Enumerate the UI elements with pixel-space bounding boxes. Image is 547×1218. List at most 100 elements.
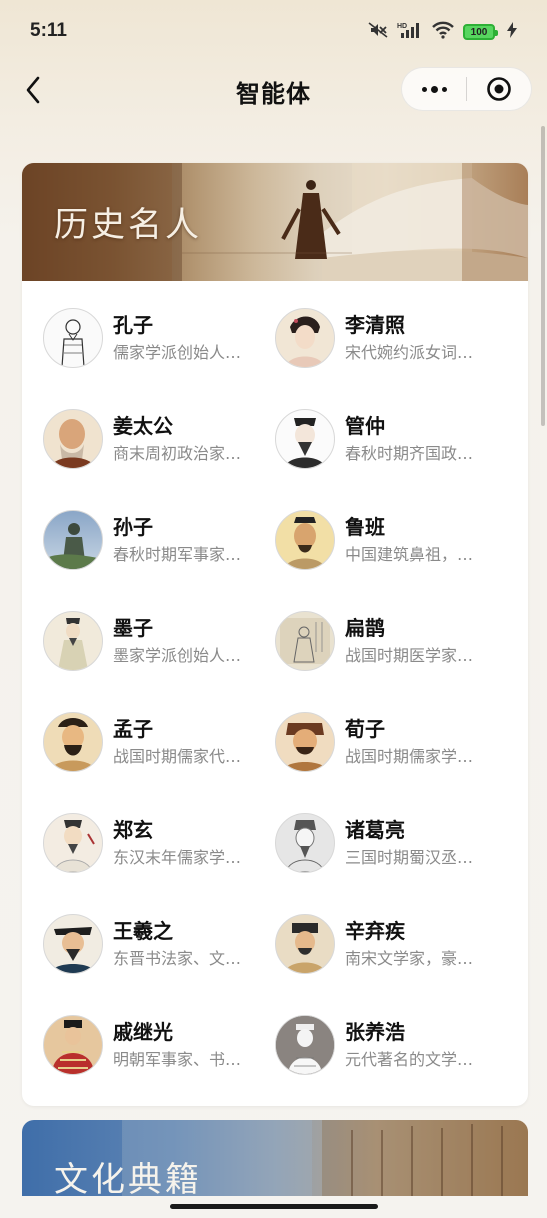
person-item[interactable]: 李清照 宋代婉约派女词… [275, 306, 505, 370]
avatar [43, 510, 103, 570]
person-name: 戚继光 [113, 1019, 173, 1044]
person-item[interactable]: 孟子 战国时期儒家代… [43, 710, 273, 774]
person-description: 春秋时期齐国政… [345, 443, 474, 463]
person-name: 辛弃疾 [345, 918, 405, 943]
wifi-icon [431, 21, 455, 43]
person-info: 姜太公 商末周初政治家… [113, 413, 263, 466]
person-description: 南宋文学家，豪… [345, 948, 474, 968]
person-info: 孟子 战国时期儒家代… [113, 716, 263, 769]
avatar [43, 1015, 103, 1075]
person-description: 墨家学派创始人… [113, 645, 242, 665]
avatar [275, 308, 335, 368]
person-description: 中国建筑鼻祖，… [345, 544, 474, 564]
person-info: 管仲 春秋时期齐国政… [345, 413, 495, 466]
avatar [43, 308, 103, 368]
person-info: 张养浩 元代著名的文学… [345, 1019, 495, 1072]
person-description: 儒家学派创始人… [113, 342, 242, 362]
person-info: 孙子 春秋时期军事家… [113, 514, 263, 567]
person-item[interactable]: 鲁班 中国建筑鼻祖，… [275, 508, 505, 572]
person-name: 郑玄 [113, 817, 153, 842]
person-name: 孔子 [113, 312, 153, 337]
section-banner[interactable]: 历史名人 [22, 163, 528, 281]
avatar [43, 712, 103, 772]
person-item[interactable]: 诸葛亮 三国时期蜀汉丞… [275, 811, 505, 875]
avatar [275, 1015, 335, 1075]
section-title: 文化典籍 [54, 1160, 202, 1200]
person-info: 荀子 战国时期儒家学… [345, 716, 495, 769]
avatar [43, 409, 103, 469]
mini-program-capsule [401, 67, 532, 111]
person-item[interactable]: 管仲 春秋时期齐国政… [275, 407, 505, 471]
person-description: 宋代婉约派女词… [345, 342, 474, 362]
person-name: 李清照 [345, 312, 405, 337]
target-circle-icon [487, 77, 511, 101]
person-info: 孔子 儒家学派创始人… [113, 312, 263, 365]
avatar [43, 813, 103, 873]
more-button[interactable] [402, 67, 466, 111]
person-description: 商末周初政治家… [113, 443, 242, 463]
person-item[interactable]: 孔子 儒家学派创始人… [43, 306, 273, 370]
person-name: 鲁班 [345, 514, 385, 539]
person-item[interactable]: 孙子 春秋时期军事家… [43, 508, 273, 572]
person-description: 战国时期医学家… [345, 645, 474, 665]
person-name: 扁鹊 [345, 615, 385, 640]
avatar [275, 813, 335, 873]
person-item[interactable]: 戚继光 明朝军事家、书… [43, 1013, 273, 1077]
home-indicator[interactable] [170, 1204, 378, 1209]
person-name: 诸葛亮 [345, 817, 405, 842]
person-description: 战国时期儒家代… [113, 746, 242, 766]
person-item[interactable]: 辛弃疾 南宋文学家，豪… [275, 912, 505, 976]
person-info: 李清照 宋代婉约派女词… [345, 312, 495, 365]
person-description: 春秋时期军事家… [113, 544, 242, 564]
person-info: 辛弃疾 南宋文学家，豪… [345, 918, 495, 971]
person-item[interactable]: 扁鹊 战国时期医学家… [275, 609, 505, 673]
section-title: 历史名人 [54, 205, 202, 245]
person-item[interactable]: 墨子 墨家学派创始人… [43, 609, 273, 673]
avatar [43, 611, 103, 671]
avatar [275, 712, 335, 772]
person-description: 东晋书法家、文… [113, 948, 242, 968]
person-name: 张养浩 [345, 1019, 405, 1044]
person-name: 墨子 [113, 615, 153, 640]
person-info: 诸葛亮 三国时期蜀汉丞… [345, 817, 495, 870]
close-button[interactable] [467, 67, 531, 111]
person-info: 戚继光 明朝军事家、书… [113, 1019, 263, 1072]
person-description: 三国时期蜀汉丞… [345, 847, 474, 867]
person-info: 扁鹊 战国时期医学家… [345, 615, 495, 668]
nav-bar: 智能体 [0, 64, 547, 116]
scrollbar[interactable] [541, 126, 545, 426]
person-item[interactable]: 郑玄 东汉末年儒家学… [43, 811, 273, 875]
avatar [275, 510, 335, 570]
svg-text:HD: HD [397, 23, 407, 30]
hd-signal-icon: HD [397, 21, 423, 43]
person-info: 墨子 墨家学派创始人… [113, 615, 263, 668]
person-name: 管仲 [345, 413, 385, 438]
person-info: 王羲之 东晋书法家、文… [113, 918, 263, 971]
person-item[interactable]: 张养浩 元代著名的文学… [275, 1013, 505, 1077]
status-bar: 5:11 HD 100 [0, 0, 547, 64]
person-name: 王羲之 [113, 918, 173, 943]
person-name: 姜太公 [113, 413, 173, 438]
person-description: 明朝军事家、书… [113, 1049, 242, 1069]
status-icons: HD 100 [367, 21, 517, 43]
person-info: 鲁班 中国建筑鼻祖，… [345, 514, 495, 567]
charging-icon [507, 22, 517, 42]
battery-icon: 100 [463, 24, 498, 40]
person-item[interactable]: 荀子 战国时期儒家学… [275, 710, 505, 774]
person-name: 孟子 [113, 716, 153, 741]
avatar [275, 914, 335, 974]
avatar [43, 914, 103, 974]
mute-icon [367, 21, 389, 43]
person-item[interactable]: 姜太公 商末周初政治家… [43, 407, 273, 471]
person-description: 东汉末年儒家学… [113, 847, 242, 867]
avatar [275, 409, 335, 469]
person-name: 荀子 [345, 716, 385, 741]
person-description: 战国时期儒家学… [345, 746, 474, 766]
person-info: 郑玄 东汉末年儒家学… [113, 817, 263, 870]
person-name: 孙子 [113, 514, 153, 539]
more-dots-icon [421, 85, 447, 93]
person-description: 元代著名的文学… [345, 1049, 474, 1069]
person-item[interactable]: 王羲之 东晋书法家、文… [43, 912, 273, 976]
status-time: 5:11 [30, 20, 67, 41]
section-card-historical-figures: 历史名人 孔子 儒家学派创始人… 李清照 宋代婉约派女词… 姜太公 商末周初政治… [22, 163, 528, 1106]
